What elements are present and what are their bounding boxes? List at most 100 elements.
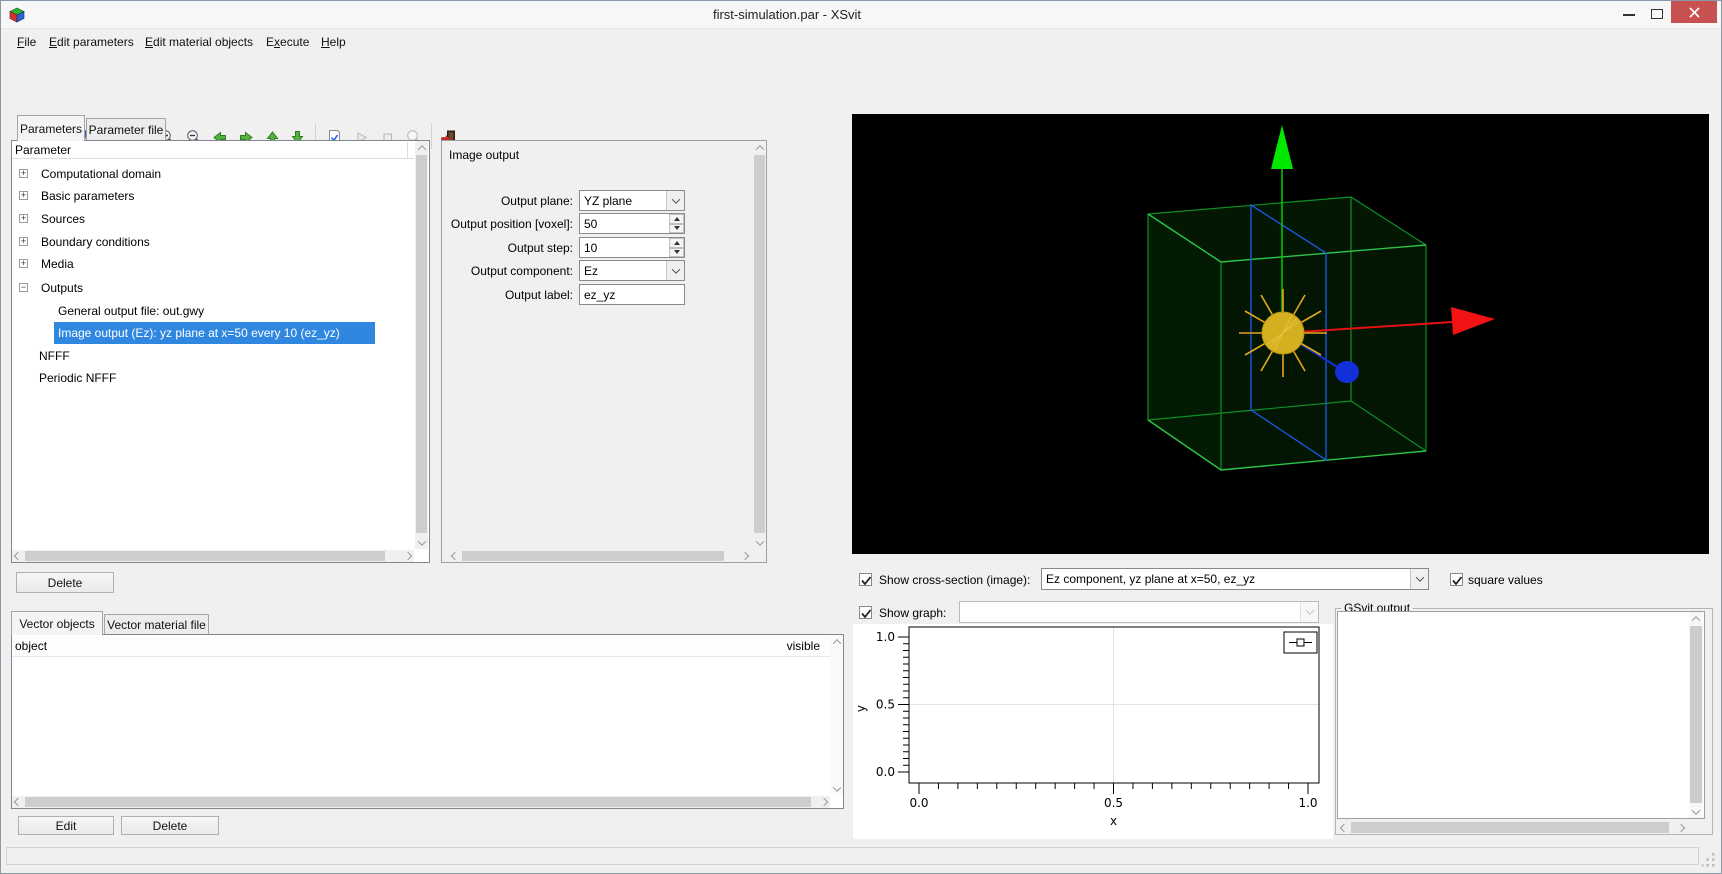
scroll-left-icon — [13, 797, 23, 807]
expand-icon[interactable]: + — [19, 237, 28, 246]
tree-item[interactable]: NFFF — [12, 345, 414, 367]
tree-item[interactable]: + Computational domain — [12, 163, 414, 185]
vector-vscrollbar[interactable] — [830, 635, 843, 795]
check-icon — [1452, 576, 1463, 586]
z-axis-arrow — [1335, 361, 1359, 383]
output-position-voxel-spin[interactable]: 50 — [579, 213, 685, 234]
vector-table-header[interactable]: object visible — [12, 635, 843, 657]
spinner-arrows[interactable] — [669, 238, 684, 257]
chevron-down-icon — [1410, 569, 1428, 589]
output-component-combo[interactable]: Ez — [579, 260, 685, 281]
output-label-input[interactable]: ez_yz — [579, 284, 685, 305]
editor-hscrollbar[interactable] — [449, 550, 751, 562]
output-step-spin[interactable]: 10 — [579, 237, 685, 258]
gsvit-hscrollbar[interactable] — [1337, 821, 1687, 834]
show-graph-label: Show graph: — [879, 606, 947, 620]
edit-vector-object-button[interactable]: Edit — [18, 816, 114, 835]
spinner-arrows[interactable] — [669, 214, 684, 233]
title-bar: first-simulation.par - XSvit — [1, 1, 1721, 29]
output-plane-combo[interactable]: YZ plane — [579, 190, 685, 211]
window-title: first-simulation.par - XSvit — [712, 7, 862, 22]
scroll-left-icon — [1339, 823, 1348, 832]
chevron-down-icon — [666, 261, 684, 280]
menu-bar: File Edit parameters Edit material objects… — [1, 29, 1721, 57]
square-values-checkbox[interactable] — [1450, 573, 1463, 586]
vector-objects-table — [11, 634, 844, 809]
scroll-down-icon — [832, 782, 841, 792]
spin-down-icon — [669, 247, 684, 257]
tree-column-header[interactable]: Parameter — [12, 141, 414, 159]
svg-text:1.0: 1.0 — [876, 630, 895, 644]
field-value: Ez — [584, 264, 599, 278]
minimize-icon[interactable] — [1623, 14, 1635, 16]
show-cross-section-checkbox[interactable] — [859, 573, 872, 586]
expand-icon[interactable]: + — [19, 191, 28, 200]
button-label: Edit — [55, 818, 77, 833]
scene-3d-view[interactable] — [852, 114, 1709, 554]
toolbar-separator — [431, 123, 432, 149]
tree-item-label: Boundary conditions — [41, 235, 150, 249]
graph-widget[interactable]: 0.0 0.5 1.0 0.0 0.5 1.0 y x — [853, 624, 1333, 839]
collapse-icon[interactable]: − — [19, 283, 28, 292]
tree-item[interactable]: + Boundary conditions — [12, 231, 414, 253]
delete-vector-object-button[interactable]: Delete — [121, 816, 219, 835]
chevron-down-icon — [1300, 602, 1318, 622]
tree-item[interactable]: − Outputs — [12, 277, 414, 299]
scroll-right-icon — [403, 551, 413, 561]
editor-vscrollbar[interactable] — [753, 141, 766, 549]
tree-item[interactable]: + Sources — [12, 208, 414, 230]
svg-text:1.0: 1.0 — [1298, 796, 1317, 810]
tree-item[interactable]: Periodic NFFF — [12, 367, 414, 389]
menu-edit-material-objects[interactable]: Edit material objects — [145, 35, 253, 52]
tab-vector-objects[interactable]: Vector objects — [11, 611, 103, 635]
tree-hscrollbar[interactable] — [12, 550, 414, 562]
scroll-left-icon — [450, 551, 460, 561]
app-icon — [9, 7, 25, 23]
tab-parameter-file[interactable]: Parameter file — [86, 118, 166, 141]
resize-grip-icon[interactable] — [1702, 852, 1716, 867]
menu-help[interactable]: Help — [321, 35, 346, 52]
maximize-icon[interactable] — [1651, 9, 1663, 19]
scroll-left-icon — [13, 551, 23, 561]
expand-icon[interactable]: + — [19, 169, 28, 178]
tree-item-label: Computational domain — [41, 167, 162, 181]
svg-text:0.5: 0.5 — [876, 698, 895, 712]
tab-label: Vector material file — [107, 617, 206, 632]
menu-execute[interactable]: Execute — [266, 35, 309, 52]
tree-vscrollbar[interactable] — [415, 141, 428, 549]
graph-combo[interactable] — [959, 601, 1319, 623]
gsvit-output-textarea[interactable] — [1337, 611, 1705, 819]
close-icon — [1688, 6, 1700, 18]
close-button[interactable] — [1671, 1, 1717, 23]
cross-section-combo[interactable]: Ez component, yz plane at x=50, ez_yz — [1041, 568, 1429, 590]
scroll-right-icon — [1676, 823, 1685, 832]
vector-hscrollbar[interactable] — [12, 796, 830, 808]
field-label: Output label: — [504, 288, 573, 302]
field-label: Output plane: — [500, 194, 573, 208]
column-divider — [407, 142, 408, 158]
tree-item[interactable]: + Media — [12, 253, 414, 275]
tab-parameters[interactable]: Parameters — [17, 115, 85, 141]
square-values-label: square values — [1468, 573, 1543, 587]
scroll-up-icon — [755, 144, 764, 154]
field-value: YZ plane — [584, 194, 633, 208]
gsvit-vscrollbar[interactable] — [1689, 612, 1703, 818]
tree-item[interactable]: General output file: out.gwy — [12, 300, 414, 322]
tab-label: Parameter file — [88, 122, 164, 137]
tree-item-label: Periodic NFFF — [39, 371, 117, 385]
show-graph-checkbox[interactable] — [859, 606, 872, 619]
expand-icon[interactable]: + — [19, 214, 28, 223]
menu-edit-parameters[interactable]: Edit parameters — [49, 35, 134, 52]
expand-icon[interactable]: + — [19, 259, 28, 268]
field-label: Output position [voxel]: — [450, 217, 573, 231]
tree-item[interactable]: Image output (Ez): yz plane at x=50 ever… — [12, 322, 414, 344]
tab-vector-material-file[interactable]: Vector material file — [104, 614, 209, 635]
combo-value: Ez component, yz plane at x=50, ez_yz — [1046, 572, 1256, 586]
tree-item[interactable]: + Basic parameters — [12, 185, 414, 207]
field-label: Output step: — [507, 241, 573, 255]
svg-text:0.0: 0.0 — [909, 796, 928, 810]
delete-parameter-button[interactable]: Delete — [16, 572, 114, 593]
scroll-down-icon — [1691, 805, 1701, 815]
menu-file[interactable]: File — [17, 35, 36, 52]
spin-up-icon — [669, 238, 684, 248]
